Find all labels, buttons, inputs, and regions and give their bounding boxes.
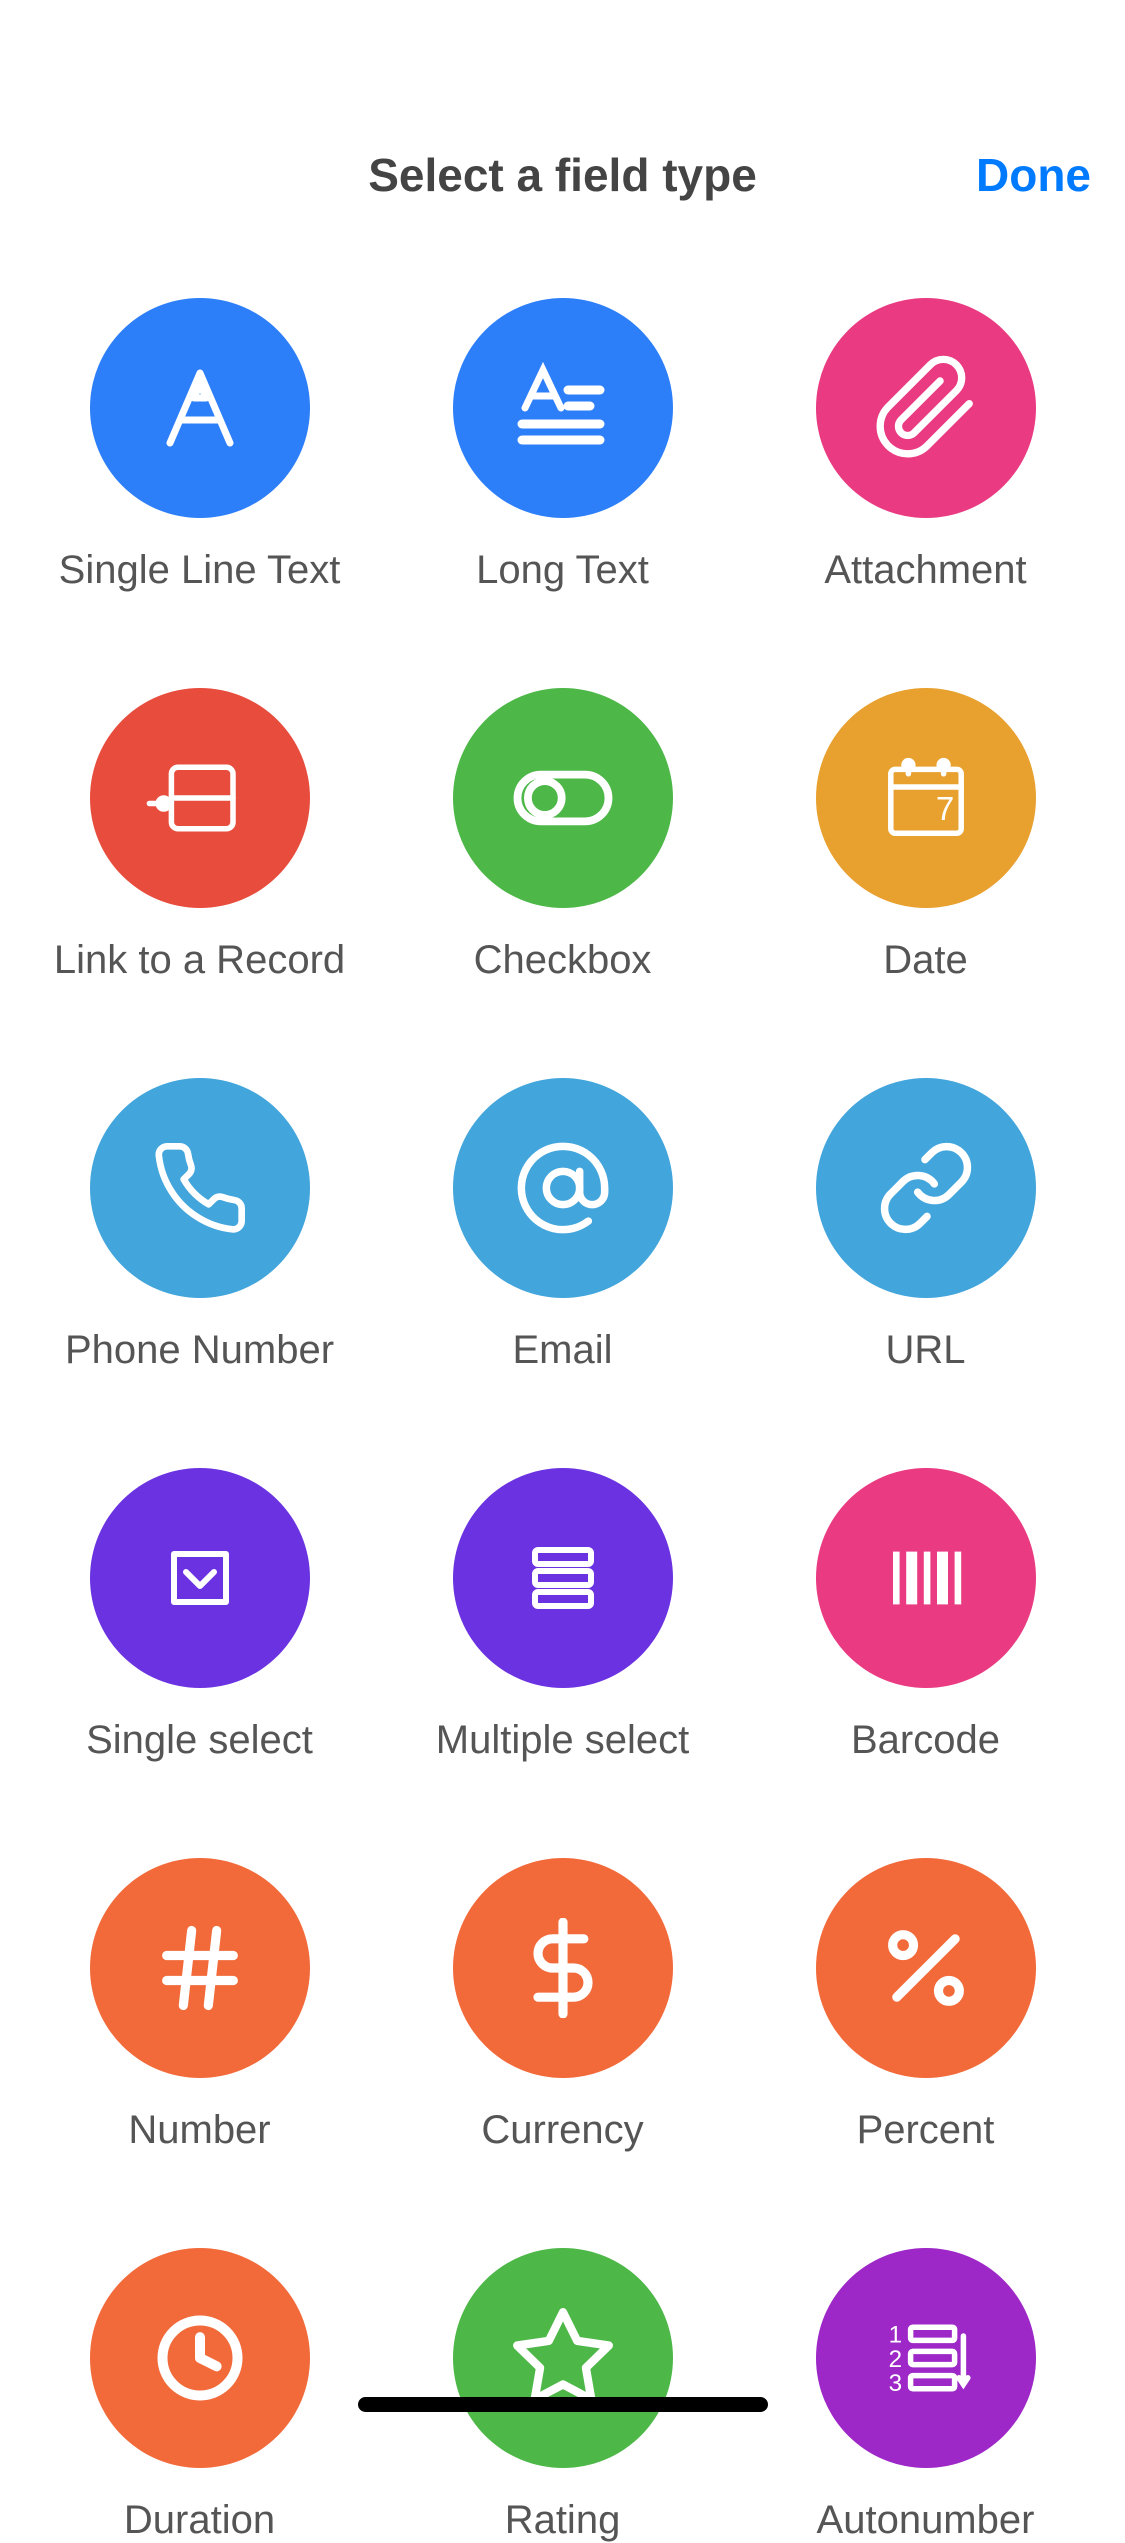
link-icon [816,1078,1036,1298]
numbered-list-icon: 1 2 3 [816,2248,1036,2468]
field-label: Long Text [476,548,649,593]
field-label: Link to a Record [54,938,345,983]
dollar-icon [453,1858,673,2078]
field-label: URL [885,1328,965,1373]
field-option-barcode[interactable]: Barcode [744,1468,1107,1763]
field-option-long-text[interactable]: Long Text [381,298,744,593]
field-label: Rating [505,2498,621,2543]
field-label: Currency [481,2108,643,2153]
field-label: Multiple select [436,1718,689,1763]
svg-text:1: 1 [888,2322,901,2349]
dropdown-icon [90,1468,310,1688]
field-option-multiple-select[interactable]: Multiple select [381,1468,744,1763]
field-label: Barcode [851,1718,1000,1763]
calendar-icon: 7 [816,688,1036,908]
svg-text:7: 7 [935,790,953,827]
hash-icon [90,1858,310,2078]
field-option-rating[interactable]: Rating [381,2248,744,2543]
clock-icon [90,2248,310,2468]
paperclip-icon [816,298,1036,518]
field-option-phone-number[interactable]: Phone Number [18,1078,381,1373]
field-label: Attachment [824,548,1026,593]
field-label: Checkbox [474,938,652,983]
field-type-grid: Single Line Text Long Text Attachment [0,298,1125,2543]
field-label: Percent [857,2108,995,2153]
percent-icon [816,1858,1036,2078]
long-text-icon [453,298,673,518]
field-label: Single Line Text [59,548,341,593]
page-title: Select a field type [368,148,757,202]
phone-icon [90,1078,310,1298]
field-option-url[interactable]: URL [744,1078,1107,1373]
home-indicator[interactable] [358,2397,768,2412]
field-label: Duration [124,2498,275,2543]
field-option-attachment[interactable]: Attachment [744,298,1107,593]
field-label: Date [883,938,968,983]
field-label: Autonumber [817,2498,1035,2543]
field-option-single-select[interactable]: Single select [18,1468,381,1763]
star-icon [453,2248,673,2468]
field-option-currency[interactable]: Currency [381,1858,744,2153]
field-label: Email [512,1328,612,1373]
svg-text:3: 3 [888,2370,901,2397]
modal-header: Select a field type Done [0,0,1125,250]
svg-text:2: 2 [888,2346,901,2373]
barcode-icon [816,1468,1036,1688]
field-option-link-to-record[interactable]: Link to a Record [18,688,381,983]
field-option-number[interactable]: Number [18,1858,381,2153]
field-option-percent[interactable]: Percent [744,1858,1107,2153]
field-label: Phone Number [65,1328,334,1373]
done-button[interactable]: Done [976,148,1091,202]
field-option-checkbox[interactable]: Checkbox [381,688,744,983]
field-label: Number [128,2108,270,2153]
list-icon [453,1468,673,1688]
link-record-icon [90,688,310,908]
field-option-email[interactable]: Email [381,1078,744,1373]
field-option-date[interactable]: 7 Date [744,688,1107,983]
toggle-icon [453,688,673,908]
field-label: Single select [86,1718,313,1763]
letter-a-icon [90,298,310,518]
field-option-autonumber[interactable]: 1 2 3 Autonumber [744,2248,1107,2543]
field-option-single-line-text[interactable]: Single Line Text [18,298,381,593]
field-option-duration[interactable]: Duration [18,2248,381,2543]
at-icon [453,1078,673,1298]
